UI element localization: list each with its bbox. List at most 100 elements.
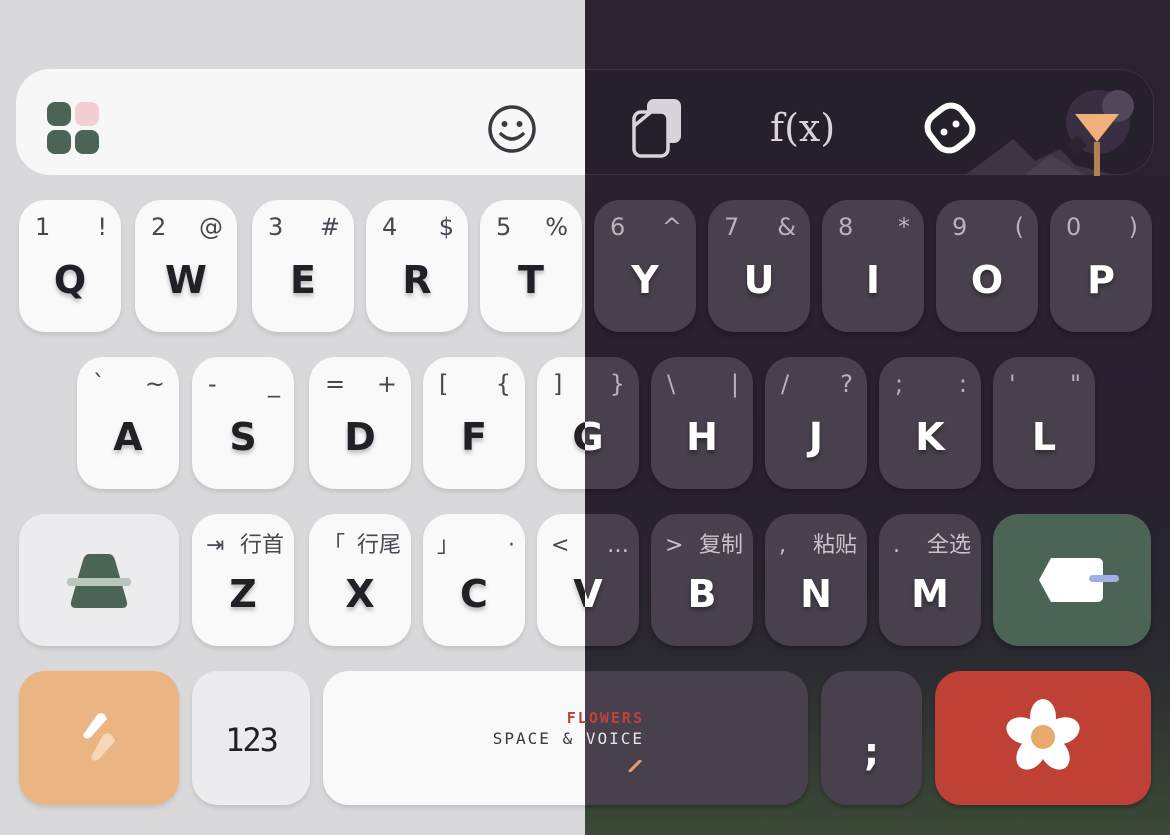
key-hint-right: 全选 — [926, 533, 971, 558]
function-icon[interactable]: f(x) — [770, 106, 835, 150]
key-o[interactable]: 9 ( O — [936, 200, 1038, 332]
key-label: T — [518, 258, 544, 302]
key-hint-left: - — [208, 370, 217, 398]
apps-grid-icon[interactable] — [46, 101, 100, 155]
key-hint-left: . — [893, 533, 900, 558]
key-hint-left: 「 — [323, 533, 346, 558]
key-r[interactable]: 4 $R — [366, 200, 468, 332]
key-label: E — [290, 258, 316, 302]
key-i[interactable]: 8 * I — [822, 200, 924, 332]
key-q[interactable]: 1! Q — [19, 200, 121, 332]
key-label: Q — [53, 258, 87, 302]
key-m[interactable]: . 全选 M — [879, 514, 981, 646]
key-hint-right: ) — [1128, 213, 1138, 241]
enter-tag-icon — [1037, 554, 1119, 606]
key-label: R — [402, 258, 432, 302]
shift-key[interactable] — [19, 514, 179, 646]
semicolon-label: ; — [863, 730, 880, 774]
key-hint-left: ' — [1009, 370, 1016, 398]
flower-key[interactable] — [935, 671, 1151, 805]
key-label: U — [743, 258, 775, 302]
key-hint-left: 5 — [496, 213, 512, 241]
numbers-key-label: 123 — [225, 721, 279, 759]
key-hint-left: ⇥ — [206, 533, 225, 558]
key-c[interactable]: 」 · C — [423, 514, 525, 646]
numbers-key[interactable]: 123 — [192, 671, 310, 805]
key-hint-right: ( — [1014, 213, 1024, 241]
shift-icon — [67, 552, 131, 614]
emoji-icon[interactable] — [486, 103, 538, 155]
key-hint-left: ; — [895, 370, 904, 398]
key-label: H — [686, 415, 718, 459]
clipboard-icon[interactable] — [631, 97, 687, 159]
key-hint-left: = — [325, 370, 346, 398]
key-hint-right: ? — [840, 370, 853, 398]
key-label: X — [345, 572, 375, 616]
key-hint-right: 行首 — [239, 533, 284, 558]
key-hint-right: & — [777, 213, 796, 241]
key-hint-left: ] — [553, 370, 563, 398]
key-e[interactable]: 3 #E — [252, 200, 354, 332]
key-label: M — [911, 572, 949, 616]
key-l[interactable]: ' " L — [993, 357, 1095, 489]
key-hint-right: _ — [268, 370, 280, 398]
key-hint-left: \ — [667, 370, 676, 398]
key-hint-right: % — [545, 213, 568, 241]
key-hint-right: · — [508, 533, 515, 558]
key-hint-right: | — [730, 370, 739, 398]
key-label: Z — [229, 572, 257, 616]
key-hint-left: 9 — [952, 213, 968, 241]
key-label: K — [915, 415, 945, 459]
key-hint-left: / — [781, 370, 790, 398]
key-hint-left: > — [665, 533, 684, 558]
key-h[interactable]: \ | H — [651, 357, 753, 489]
key-y[interactable]: 6 ^Y — [594, 200, 696, 332]
key-hint-right: { — [495, 370, 511, 398]
key-hint-left: 7 — [724, 213, 740, 241]
key-hint-left: [ — [439, 370, 449, 398]
key-hint-right: : — [958, 370, 967, 398]
key-label: F — [461, 415, 487, 459]
key-hint-left: 0 — [1066, 213, 1082, 241]
enter-key[interactable] — [993, 514, 1151, 646]
key-w[interactable]: 2 @ W — [135, 200, 237, 332]
link-icon[interactable] — [922, 100, 978, 156]
key-p[interactable]: 0) P — [1050, 200, 1152, 332]
key-label: A — [113, 415, 143, 459]
key-hint-right: ~ — [144, 370, 165, 398]
key-k[interactable]: ;: K — [879, 357, 981, 489]
key-d[interactable]: = +D — [309, 357, 411, 489]
key-z[interactable]: ⇥ 行首 Z — [192, 514, 294, 646]
key-a[interactable]: ` ~A — [77, 357, 179, 489]
key-hint-right: * — [898, 213, 910, 241]
key-f[interactable]: [ { F — [423, 357, 525, 489]
key-b[interactable]: > 复制 B — [651, 514, 753, 646]
key-hint-right: 复制 — [698, 533, 743, 558]
key-label: S — [229, 415, 257, 459]
key-hint-left: 2 — [151, 213, 167, 241]
key-x[interactable]: 「行尾 X — [309, 514, 411, 646]
key-u[interactable]: 7 &U — [708, 200, 810, 332]
key-hint-right: … — [607, 533, 629, 558]
key-label: L — [1031, 415, 1057, 459]
quick-action-key[interactable] — [19, 671, 179, 805]
key-s[interactable]: - _ S — [192, 357, 294, 489]
key-hint-right: " — [1069, 370, 1081, 398]
key-hint-left: , — [779, 533, 786, 558]
key-n[interactable]: , 粘贴 N — [765, 514, 867, 646]
key-hint-right: # — [319, 213, 340, 241]
key-t[interactable]: 5%T — [480, 200, 582, 332]
key-hint-right: 行尾 — [356, 533, 401, 558]
key-j[interactable]: /? J — [765, 357, 867, 489]
key-hint-right: @ — [199, 213, 223, 241]
flower-icon — [1003, 697, 1083, 777]
key-hint-left: 3 — [268, 213, 284, 241]
key-hint-left: ` — [93, 370, 105, 398]
semicolon-key[interactable]: ; — [821, 671, 922, 805]
key-hint-left: 」 — [437, 533, 460, 558]
key-label: Y — [631, 258, 659, 302]
key-hint-left: < — [551, 533, 570, 558]
voice-mark-icon — [628, 757, 642, 773]
theme-avatar-icon[interactable] — [1062, 86, 1140, 176]
key-label: O — [970, 258, 1004, 302]
